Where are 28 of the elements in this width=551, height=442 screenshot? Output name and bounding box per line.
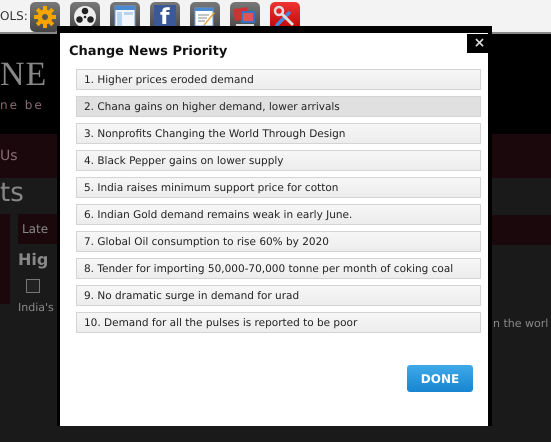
article-title: Hig	[18, 250, 50, 269]
photos-icon	[232, 5, 257, 29]
news-item[interactable]: 2. Chana gains on higher demand, lower arrivals	[76, 96, 481, 117]
news-item[interactable]: 1. Higher prices eroded demand	[76, 69, 481, 90]
toolbar-label: OLS:	[0, 9, 28, 23]
tools-icon	[272, 5, 297, 29]
news-item[interactable]: 7. Global Oil consumption to rise 60% by 2020	[76, 231, 481, 252]
dialog-title: Change News Priority	[69, 44, 228, 59]
news-item[interactable]: 4. Black Pepper gains on lower supply	[76, 150, 481, 171]
news-item[interactable]: 3. Nonprofits Changing the World Through Design	[76, 123, 481, 144]
news-item[interactable]: 8. Tender for importing 50,000-70,000 tonne per month of coking coal	[76, 258, 481, 279]
nav-item[interactable]: Us	[0, 148, 18, 164]
news-item[interactable]: 6. Indian Gold demand remains weak in early June.	[76, 204, 481, 225]
notepad-pencil-icon	[192, 5, 217, 29]
window-icon	[114, 5, 136, 29]
tool-button[interactable]	[30, 2, 60, 32]
site-logo: NE	[0, 56, 48, 94]
site-tagline: ne be	[0, 98, 44, 112]
tab[interactable]: Late	[18, 214, 57, 244]
news-item[interactable]: 10. Demand for all the pulses is reported to be poor	[76, 312, 481, 333]
article-text: n the worl	[493, 317, 548, 330]
tab-bar	[492, 215, 551, 245]
news-item[interactable]: 9. No dramatic surge in demand for urad	[76, 285, 481, 306]
image-placeholder-icon	[26, 279, 40, 293]
news-item[interactable]: 5. India raises minimum support price for cotton	[76, 177, 481, 198]
page-heading: ts	[0, 178, 25, 210]
gear-icon	[32, 5, 57, 29]
article-text: India's	[18, 301, 55, 314]
